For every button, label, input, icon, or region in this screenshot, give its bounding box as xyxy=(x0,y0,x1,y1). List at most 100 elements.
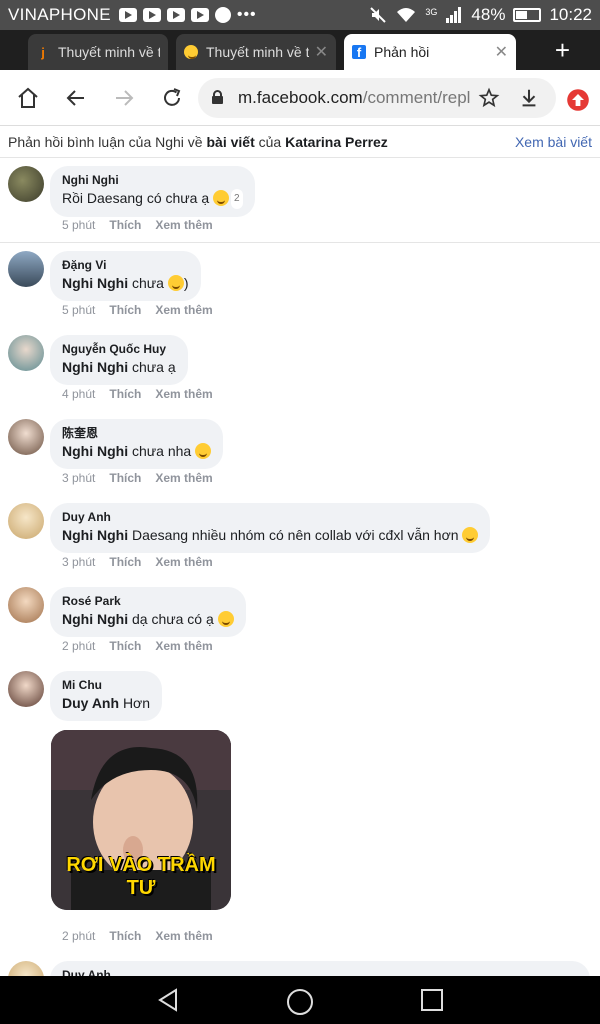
more-dots-icon: ••• xyxy=(236,6,257,23)
avatar[interactable] xyxy=(8,671,44,707)
address-bar[interactable]: m.facebook.com/comment/repli xyxy=(198,78,556,118)
comment-meta: 2 phút Thích Xem thêm xyxy=(62,639,213,653)
view-post-link[interactable]: Xem bài viết xyxy=(515,134,592,150)
update-icon[interactable] xyxy=(566,88,590,112)
avatar[interactable] xyxy=(8,961,44,976)
comment-author[interactable]: 陈奎恩 xyxy=(62,425,211,441)
bookmark-star-icon[interactable] xyxy=(478,87,500,109)
avatar[interactable] xyxy=(8,587,44,623)
see-more-button[interactable]: Xem thêm xyxy=(155,387,212,401)
youtube-icon xyxy=(142,8,161,22)
comment-time: 5 phút xyxy=(62,218,96,232)
comment-bubble: Đặng Vi Nghi Nghi chưa ) xyxy=(50,251,201,301)
comment-author[interactable]: Duy Anh xyxy=(62,509,478,525)
comment-bubble: Nghi Nghi Rồi Daesang có chưa ạ 2 xyxy=(50,166,255,217)
sad-emoji-icon xyxy=(217,611,234,627)
comment-author[interactable]: Duy Anh xyxy=(62,967,578,976)
comment-text: Nghi Nghi chưa ạ xyxy=(62,359,176,375)
comment-author[interactable]: Rosé Park xyxy=(62,593,234,609)
mute-icon xyxy=(370,7,387,23)
notification-icons: ••• xyxy=(118,6,257,24)
comment-bubble: Mi Chu Duy Anh Hơn xyxy=(50,671,163,721)
back-icon[interactable] xyxy=(156,988,180,1012)
comment-text: Nghi Nghi chưa nha xyxy=(62,441,212,461)
see-more-button[interactable]: Xem thêm xyxy=(155,639,212,653)
avatar[interactable] xyxy=(8,335,44,371)
comment-text: Nghi Nghi Daesang nhiều nhóm có nên coll… xyxy=(62,525,479,545)
see-more-button[interactable]: Xem thêm xyxy=(155,218,212,232)
mention-link[interactable]: Nghi Nghi xyxy=(62,443,128,459)
avatar[interactable] xyxy=(8,503,44,539)
download-icon[interactable] xyxy=(518,87,540,109)
comment-author[interactable]: Mi Chu xyxy=(62,677,150,693)
see-more-button[interactable]: Xem thêm xyxy=(155,929,212,943)
see-more-button[interactable]: Xem thêm xyxy=(155,303,212,317)
mention-link[interactable]: Nghi Nghi xyxy=(62,359,128,375)
url-text: m.facebook.com/comment/repli xyxy=(238,88,470,107)
like-button[interactable]: Thích xyxy=(109,639,141,653)
sticker-image[interactable]: RƠI VÀO TRẦM TƯ xyxy=(51,730,231,910)
mention-link[interactable]: Duy Anh xyxy=(62,695,119,711)
comment-bubble: Duy Anh xyxy=(50,961,590,976)
breadcrumb-of: của xyxy=(258,133,282,150)
post-author-link[interactable]: Katarina Perrez xyxy=(285,134,388,150)
tab-title: Phản hồi xyxy=(374,44,430,60)
comment-bubble: Rosé Park Nghi Nghi dạ chưa có ạ xyxy=(50,587,246,637)
post-link[interactable]: bài viết xyxy=(206,134,254,150)
comment-meta: 3 phút Thích Xem thêm xyxy=(62,471,213,485)
like-button[interactable]: Thích xyxy=(109,471,141,485)
spotify-icon xyxy=(214,7,231,23)
comment-text: Nghi Nghi chưa ) xyxy=(62,275,189,291)
avatar[interactable] xyxy=(8,419,44,455)
home-icon[interactable] xyxy=(16,86,40,110)
comment-meta: 2 phút Thích Xem thêm xyxy=(62,929,213,943)
close-tab-icon[interactable]: ✕ xyxy=(315,42,328,62)
comment-text: Nghi Nghi dạ chưa có ạ xyxy=(62,609,234,629)
comment-text: Duy Anh Hơn xyxy=(62,695,151,711)
browser-toolbar: m.facebook.com/comment/repli xyxy=(0,70,600,126)
reaction-count[interactable]: 2 xyxy=(231,189,243,209)
comment-time: 3 phút xyxy=(62,471,96,485)
comment-text: Rồi Daesang có chưa ạ 2 xyxy=(62,188,243,209)
mention-link[interactable]: Nghi Nghi xyxy=(62,611,128,627)
comment-meta: 5 phút Thích Xem thêm xyxy=(62,218,213,232)
avatar[interactable] xyxy=(8,251,44,287)
avatar[interactable] xyxy=(8,166,44,202)
browser-tab-active[interactable]: f Phản hồi ✕ xyxy=(344,34,516,70)
mention-link[interactable]: Nghi Nghi xyxy=(62,527,128,543)
smile-emoji-icon xyxy=(167,275,184,291)
close-tab-icon[interactable]: ✕ xyxy=(495,42,508,62)
youtube-icon xyxy=(166,8,185,22)
smile-emoji-icon xyxy=(462,527,479,543)
tab-strip: j Thuyết minh về th Thuyết minh về th ✕ … xyxy=(0,30,600,70)
home-icon[interactable] xyxy=(286,988,314,1016)
back-arrow-icon[interactable] xyxy=(64,86,88,110)
mention-link[interactable]: Nghi Nghi xyxy=(62,275,128,291)
clock: 10:22 xyxy=(549,5,592,24)
like-button[interactable]: Thích xyxy=(109,929,141,943)
battery-icon xyxy=(513,8,542,22)
new-tab-icon[interactable]: + xyxy=(555,37,570,63)
comment-author[interactable]: Nghi Nghi xyxy=(62,172,243,188)
like-button[interactable]: Thích xyxy=(109,218,141,232)
battery-level xyxy=(516,11,527,19)
browser-tab[interactable]: Thuyết minh về th ✕ xyxy=(176,34,336,70)
like-button[interactable]: Thích xyxy=(109,555,141,569)
breadcrumb-prefix: Phản hồi bình luận của Nghi về xyxy=(8,133,203,150)
facebook-icon: f xyxy=(352,45,366,60)
like-button[interactable]: Thích xyxy=(109,303,141,317)
comment-author[interactable]: Đặng Vi xyxy=(62,257,189,273)
like-button[interactable]: Thích xyxy=(109,387,141,401)
forward-arrow-icon[interactable] xyxy=(112,86,136,110)
tab-title: Thuyết minh về th xyxy=(206,44,309,60)
youtube-icon xyxy=(190,8,209,22)
recents-icon[interactable] xyxy=(420,988,444,1012)
comment-time: 2 phút xyxy=(62,929,96,943)
comment-author[interactable]: Nguyễn Quốc Huy xyxy=(62,341,176,357)
emoji-icon xyxy=(184,45,198,59)
see-more-button[interactable]: Xem thêm xyxy=(155,555,212,569)
system-nav-bar xyxy=(0,976,600,1024)
browser-tab[interactable]: j Thuyết minh về th xyxy=(28,34,168,70)
see-more-button[interactable]: Xem thêm xyxy=(155,471,212,485)
reload-icon[interactable] xyxy=(160,86,184,110)
